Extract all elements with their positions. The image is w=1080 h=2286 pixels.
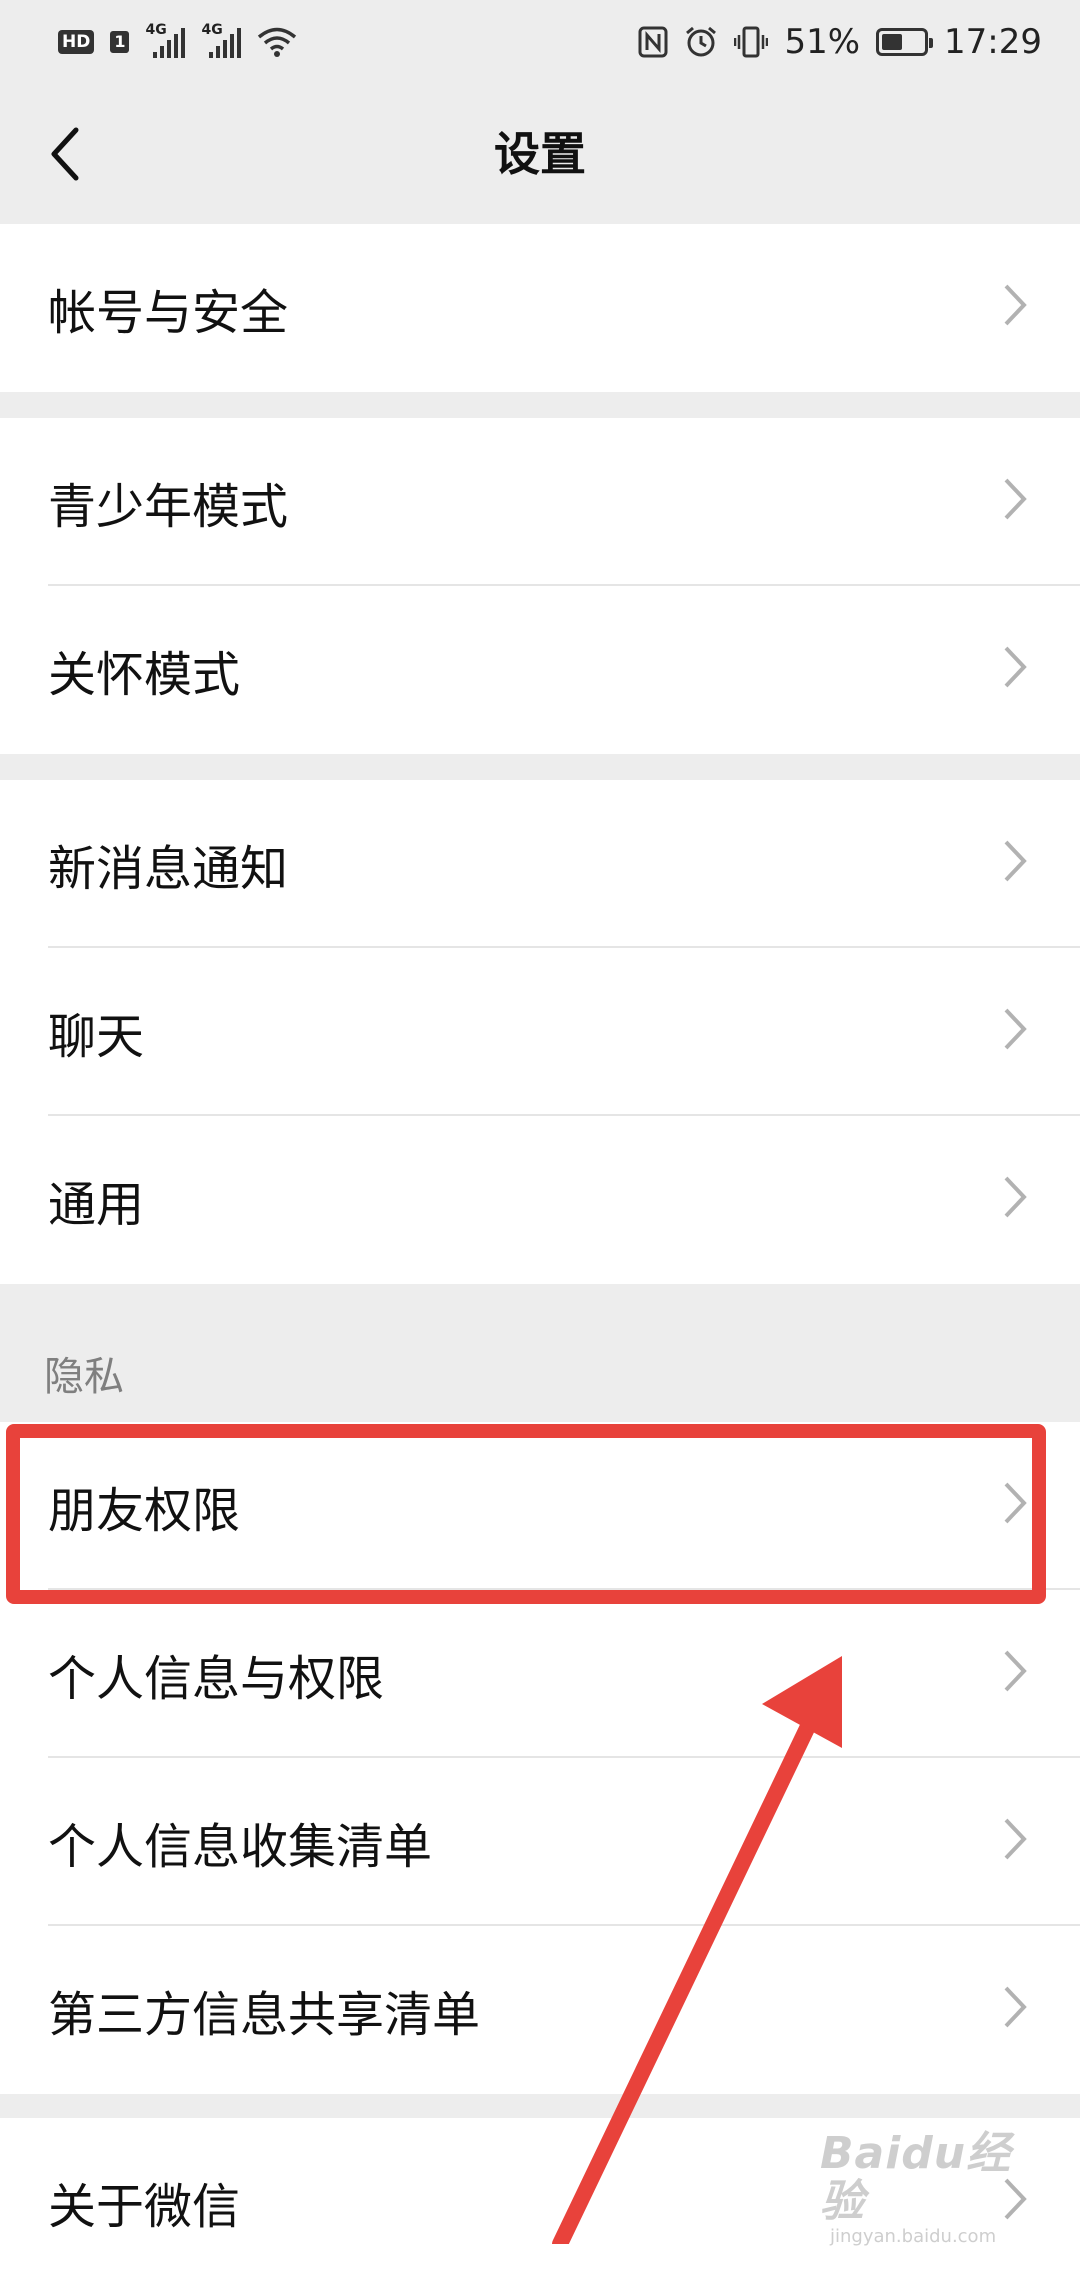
settings-group-modes: 青少年模式 关怀模式 xyxy=(0,418,1080,754)
settings-item-friend-permissions[interactable]: 朋友权限 xyxy=(0,1422,1080,1590)
chevron-right-icon xyxy=(1004,1986,1027,2028)
battery-percent: 51% xyxy=(784,22,861,62)
chevron-right-icon xyxy=(1004,478,1027,520)
settings-item-teen-mode[interactable]: 青少年模式 xyxy=(0,418,1080,586)
alarm-icon xyxy=(684,25,718,59)
settings-group-general: 新消息通知 聊天 通用 xyxy=(0,780,1080,1284)
settings-item-account-security[interactable]: 帐号与安全 xyxy=(0,224,1080,392)
settings-item-label: 帐号与安全 xyxy=(48,285,289,341)
status-bar: HD 1 4G 4G 51% 17:29 xyxy=(0,0,1080,84)
nav-bar: 设置 xyxy=(0,84,1080,224)
back-button[interactable] xyxy=(36,118,96,190)
settings-item-label: 通用 xyxy=(48,1177,145,1233)
chevron-right-icon xyxy=(1004,1482,1027,1524)
wifi-icon xyxy=(257,26,297,58)
settings-item-label: 个人信息收集清单 xyxy=(48,1819,433,1875)
settings-item-chat[interactable]: 聊天 xyxy=(0,948,1080,1116)
battery-fill xyxy=(882,34,903,50)
chevron-right-icon xyxy=(1004,1818,1027,1860)
chevron-right-icon xyxy=(1004,1176,1027,1218)
chevron-right-icon xyxy=(1004,2178,1027,2220)
chevron-right-icon xyxy=(1004,284,1027,326)
settings-item-label: 青少年模式 xyxy=(48,479,289,535)
settings-item-label: 第三方信息共享清单 xyxy=(48,1987,481,2043)
settings-item-label: 关于微信 xyxy=(48,2179,241,2235)
settings-item-general[interactable]: 通用 xyxy=(0,1116,1080,1284)
settings-item-personal-info-collection[interactable]: 个人信息收集清单 xyxy=(0,1758,1080,1926)
settings-item-label: 新消息通知 xyxy=(48,841,289,897)
hd-badge: HD xyxy=(58,30,95,54)
settings-group-about: 关于微信 xyxy=(0,2118,1080,2286)
settings-item-label: 关怀模式 xyxy=(48,647,241,703)
settings-item-notifications[interactable]: 新消息通知 xyxy=(0,780,1080,948)
section-header-privacy: 隐私 xyxy=(44,1354,124,1400)
status-left: HD 1 4G 4G xyxy=(58,22,297,58)
nfc-icon xyxy=(638,26,668,58)
settings-item-label: 聊天 xyxy=(48,1009,145,1065)
settings-item-third-party-sharing[interactable]: 第三方信息共享清单 xyxy=(0,1926,1080,2094)
chevron-right-icon xyxy=(1004,646,1027,688)
status-time: 17:29 xyxy=(944,22,1042,62)
settings-item-label: 个人信息与权限 xyxy=(48,1651,385,1707)
chevron-right-icon xyxy=(1004,840,1027,882)
status-right: 51% 17:29 xyxy=(638,22,1042,62)
chevron-right-icon xyxy=(1004,1650,1027,1692)
settings-group-account: 帐号与安全 xyxy=(0,224,1080,392)
settings-item-about-wechat[interactable]: 关于微信 xyxy=(0,2118,1080,2286)
chevron-right-icon xyxy=(1004,1008,1027,1050)
settings-group-privacy: 朋友权限 个人信息与权限 个人信息收集清单 第三方信息共享清单 xyxy=(0,1422,1080,2094)
battery-icon xyxy=(876,28,934,56)
settings-item-care-mode[interactable]: 关怀模式 xyxy=(0,586,1080,754)
settings-item-personal-info-permissions[interactable]: 个人信息与权限 xyxy=(0,1590,1080,1758)
vibrate-icon xyxy=(734,26,769,58)
sim-badge: 1 xyxy=(110,31,130,53)
sim2-network-label: 4G xyxy=(201,22,223,38)
settings-item-label: 朋友权限 xyxy=(48,1483,241,1539)
page-title: 设置 xyxy=(494,127,586,181)
back-chevron-icon xyxy=(51,127,79,181)
signal-icon: 4G xyxy=(145,22,186,58)
sim1-network-label: 4G xyxy=(145,22,167,38)
signal-icon: 4G xyxy=(201,22,242,58)
